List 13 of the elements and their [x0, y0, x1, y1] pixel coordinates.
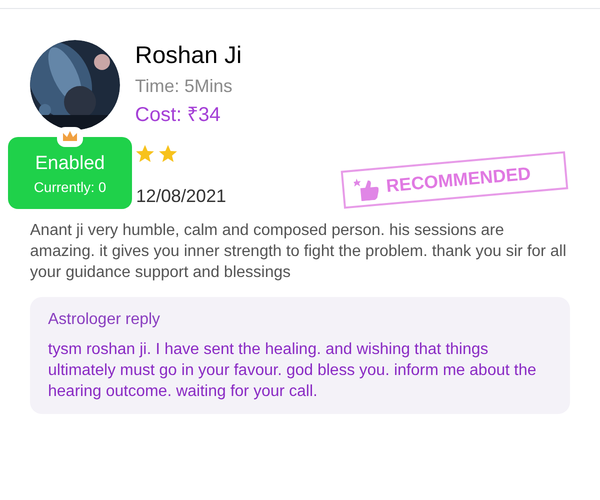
reply-heading: Astrologer reply	[48, 310, 162, 330]
reply-text: tysm roshan ji. I have sent the healing. and wishing that things ultimately must go in your favour. god bless you. inform me about the hearing outcome. waiting for your call.	[48, 340, 538, 402]
review-text: Anant ji very humble, calm and composed person. his sessions are amazing. it gives you inner strength to fight the problem. thank you sir for all your guidance support and blessings	[30, 221, 568, 283]
stamp-text: RECOMMENDED	[385, 162, 532, 198]
review-date: 12/08/2021	[136, 185, 226, 208]
reviewer-name: Roshan Ji	[135, 41, 242, 71]
star-icon	[159, 145, 177, 162]
star-icon	[136, 145, 154, 162]
session-cost: Cost: ₹34	[135, 103, 222, 128]
badge-status: Enabled	[35, 153, 105, 175]
session-time: Time: 5Mins	[135, 75, 234, 98]
badge-count: Currently: 0	[34, 178, 106, 197]
crown-icon	[57, 127, 83, 147]
